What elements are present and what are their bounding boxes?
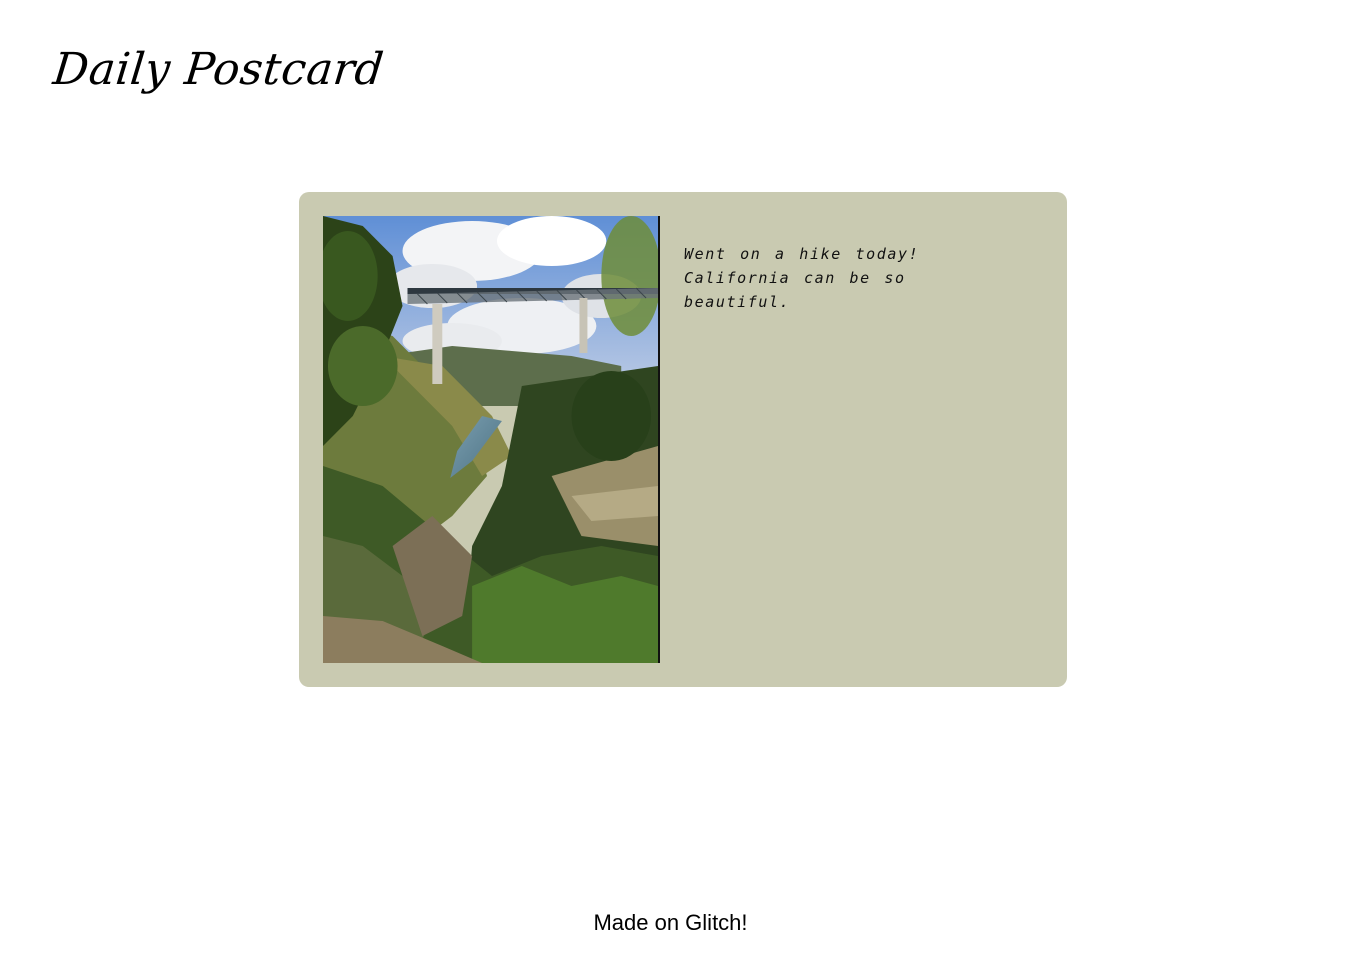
- postcard-message: Went on a hike today! California can be …: [684, 245, 920, 311]
- footer-text: Made on Glitch!: [593, 910, 748, 935]
- landscape-photo-icon: [323, 216, 658, 663]
- postcard-photo: [323, 216, 660, 663]
- page-title: Daily Postcard: [50, 44, 387, 95]
- postcard: Went on a hike today! California can be …: [299, 192, 1067, 687]
